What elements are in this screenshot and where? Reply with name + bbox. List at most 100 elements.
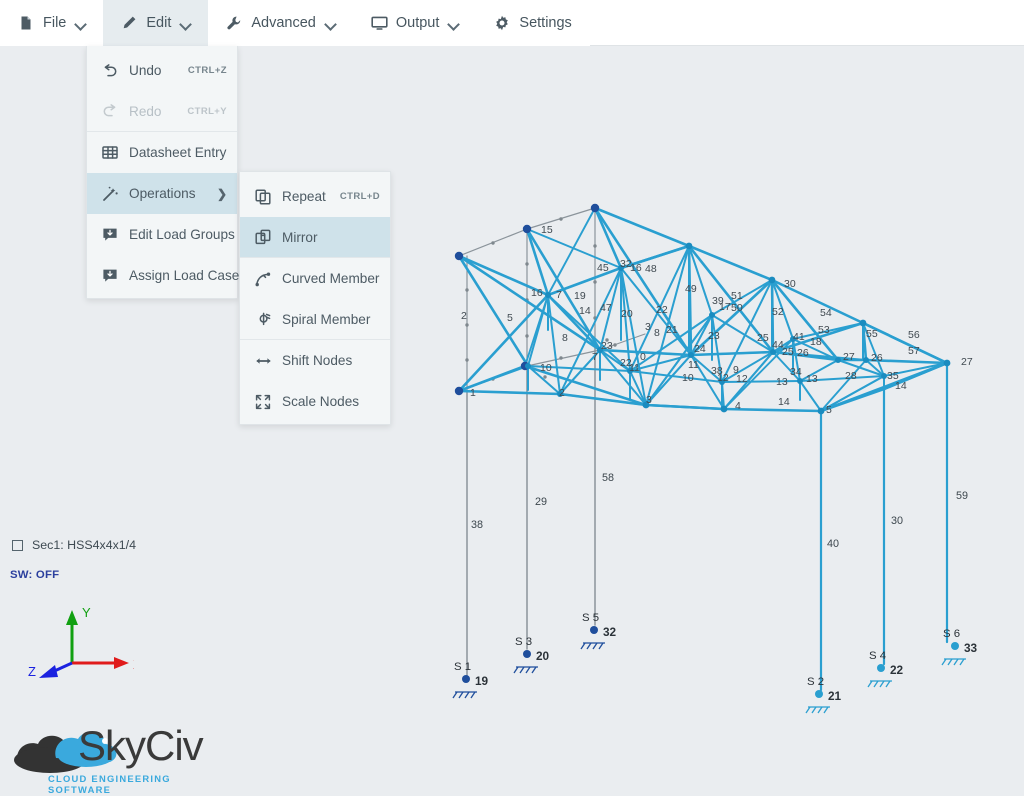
support-node-number-32: 32: [603, 625, 617, 639]
member-label-17: 17: [719, 301, 731, 313]
member-brace[interactable]: [547, 207, 596, 296]
node-point-grey[interactable]: [593, 244, 597, 248]
member-grey-chord[interactable]: [526, 349, 601, 367]
node-point-grey[interactable]: [525, 334, 529, 338]
support-node-S5[interactable]: [590, 626, 598, 634]
menu-item-repeat[interactable]: Repeat CTRL+D: [240, 176, 390, 217]
copy-icon: [254, 188, 272, 205]
menu-item-edit-load-groups[interactable]: Edit Load Groups: [87, 214, 237, 255]
skyciv-structural-app: File Edit Advanced Output Settings Undo CTRL+…: [0, 0, 1024, 796]
node-point-grey[interactable]: [543, 375, 547, 379]
main-menubar: File Edit Advanced Output Settings: [0, 0, 1024, 46]
edit-dropdown-menu[interactable]: Undo CTRL+Z Redo CTRL+Y Datasheet Entry Opera…: [86, 46, 246, 299]
member-blue-chord[interactable]: [525, 227, 550, 297]
truss-node-31[interactable]: [859, 319, 867, 327]
support-node-number-33: 33: [964, 641, 978, 655]
node-point-grey[interactable]: [465, 288, 469, 292]
truss-node-point[interactable]: [835, 357, 841, 363]
truss-node-4[interactable]: [720, 405, 728, 413]
menu-item-shortcut: CTRL+Z: [187, 65, 227, 76]
column-label-29: 29: [535, 496, 547, 508]
truss-node-28[interactable]: [590, 203, 600, 213]
menubar-item-output[interactable]: Output: [352, 0, 477, 46]
truss-node-6[interactable]: [454, 251, 464, 261]
node-point-grey[interactable]: [613, 343, 617, 347]
member-blue-chord[interactable]: [457, 254, 602, 352]
support-node-S2[interactable]: [815, 690, 823, 698]
truss-node-29[interactable]: [685, 242, 693, 250]
column-label-59: 59: [956, 490, 968, 502]
truss-node-27[interactable]: [943, 359, 951, 367]
column-label-30: 30: [891, 515, 903, 527]
menubar-item-advanced[interactable]: Advanced: [208, 0, 353, 46]
member-label-5: 5: [507, 312, 513, 324]
member-web[interactable]: [721, 380, 801, 383]
support-node-number-21: 21: [828, 689, 842, 703]
truss-node-point[interactable]: [863, 357, 869, 363]
truss-node-46[interactable]: [768, 276, 776, 284]
menu-item-label: Assign Load Cases: [129, 268, 247, 283]
node-point-grey[interactable]: [491, 241, 495, 245]
section-legend[interactable]: Sec1: HSS4x4x1/4: [12, 538, 136, 552]
member-label-1: 1: [470, 387, 476, 399]
redo-arrow-icon: [101, 104, 119, 118]
column-label-58: 58: [602, 472, 614, 484]
member-web[interactable]: [799, 380, 822, 412]
menubar-item-label: Output: [395, 15, 440, 31]
member-label-30: 30: [784, 278, 796, 290]
member-web[interactable]: [620, 267, 647, 406]
load-group-icon: [101, 227, 119, 242]
truss-node-point[interactable]: [797, 378, 803, 384]
menu-item-shift-nodes[interactable]: Shift Nodes: [240, 340, 390, 381]
section-legend-label: Sec1: HSS4x4x1/4: [32, 538, 137, 552]
chevron-down-icon: [181, 19, 190, 28]
member-label-23: 23: [601, 340, 613, 352]
menu-item-undo[interactable]: Undo CTRL+Z: [87, 50, 237, 91]
node-point-grey[interactable]: [559, 356, 563, 360]
member-label-25: 25: [782, 346, 794, 358]
table-grid-icon: [101, 145, 119, 160]
node-point-grey[interactable]: [465, 323, 469, 327]
member-label-12: 12: [736, 373, 748, 385]
support-node-S3[interactable]: [523, 650, 531, 658]
member-blue-chord[interactable]: [644, 403, 726, 411]
support-node-S4[interactable]: [877, 664, 885, 672]
menubar-item-settings[interactable]: Settings: [476, 0, 590, 46]
member-label-10: 10: [682, 372, 694, 384]
member-label-4: 4: [735, 400, 741, 412]
chevron-down-icon: [326, 19, 335, 28]
member-label-24: 24: [694, 343, 706, 355]
member-label-14: 14: [778, 396, 790, 408]
menu-item-curved-member[interactable]: Curved Member: [240, 258, 390, 299]
truss-node-5[interactable]: [817, 407, 825, 415]
support-node-S1[interactable]: [462, 675, 470, 683]
undo-arrow-icon: [101, 63, 119, 78]
menu-item-mirror[interactable]: Mirror: [240, 217, 390, 258]
menu-item-assign-load-cases[interactable]: Assign Load Cases: [87, 255, 246, 296]
node-point-grey[interactable]: [559, 217, 563, 221]
node-point-grey[interactable]: [593, 280, 597, 284]
menu-item-scale-nodes[interactable]: Scale Nodes: [240, 381, 390, 422]
node-point-grey[interactable]: [525, 262, 529, 266]
support-node-number-22: 22: [890, 663, 904, 677]
menubar-item-file[interactable]: File: [0, 0, 104, 46]
support-hatch: [452, 691, 477, 699]
chevron-down-icon: [76, 19, 85, 28]
truss-node-point[interactable]: [709, 312, 715, 318]
truss-node-point[interactable]: [525, 363, 531, 369]
support-node-S6[interactable]: [951, 642, 959, 650]
member-web[interactable]: [688, 245, 713, 316]
menubar-item-edit[interactable]: Edit: [103, 0, 209, 46]
truss-node-point[interactable]: [545, 292, 551, 298]
member-web[interactable]: [547, 294, 561, 395]
operations-submenu[interactable]: Repeat CTRL+D Mirror Curved Member Spiral Me…: [239, 171, 391, 425]
menu-item-spiral-member[interactable]: Spiral Member: [240, 299, 390, 340]
support-label-S2: S 2: [807, 676, 824, 688]
menu-item-operations[interactable]: Operations ❯: [87, 173, 237, 214]
truss-node-36[interactable]: [522, 224, 532, 234]
member-label-26: 26: [871, 352, 883, 364]
node-point-grey[interactable]: [465, 358, 469, 362]
truss-node-1[interactable]: [454, 386, 464, 396]
member-label-2: 2: [461, 310, 467, 322]
menu-item-datasheet-entry[interactable]: Datasheet Entry: [87, 132, 237, 173]
